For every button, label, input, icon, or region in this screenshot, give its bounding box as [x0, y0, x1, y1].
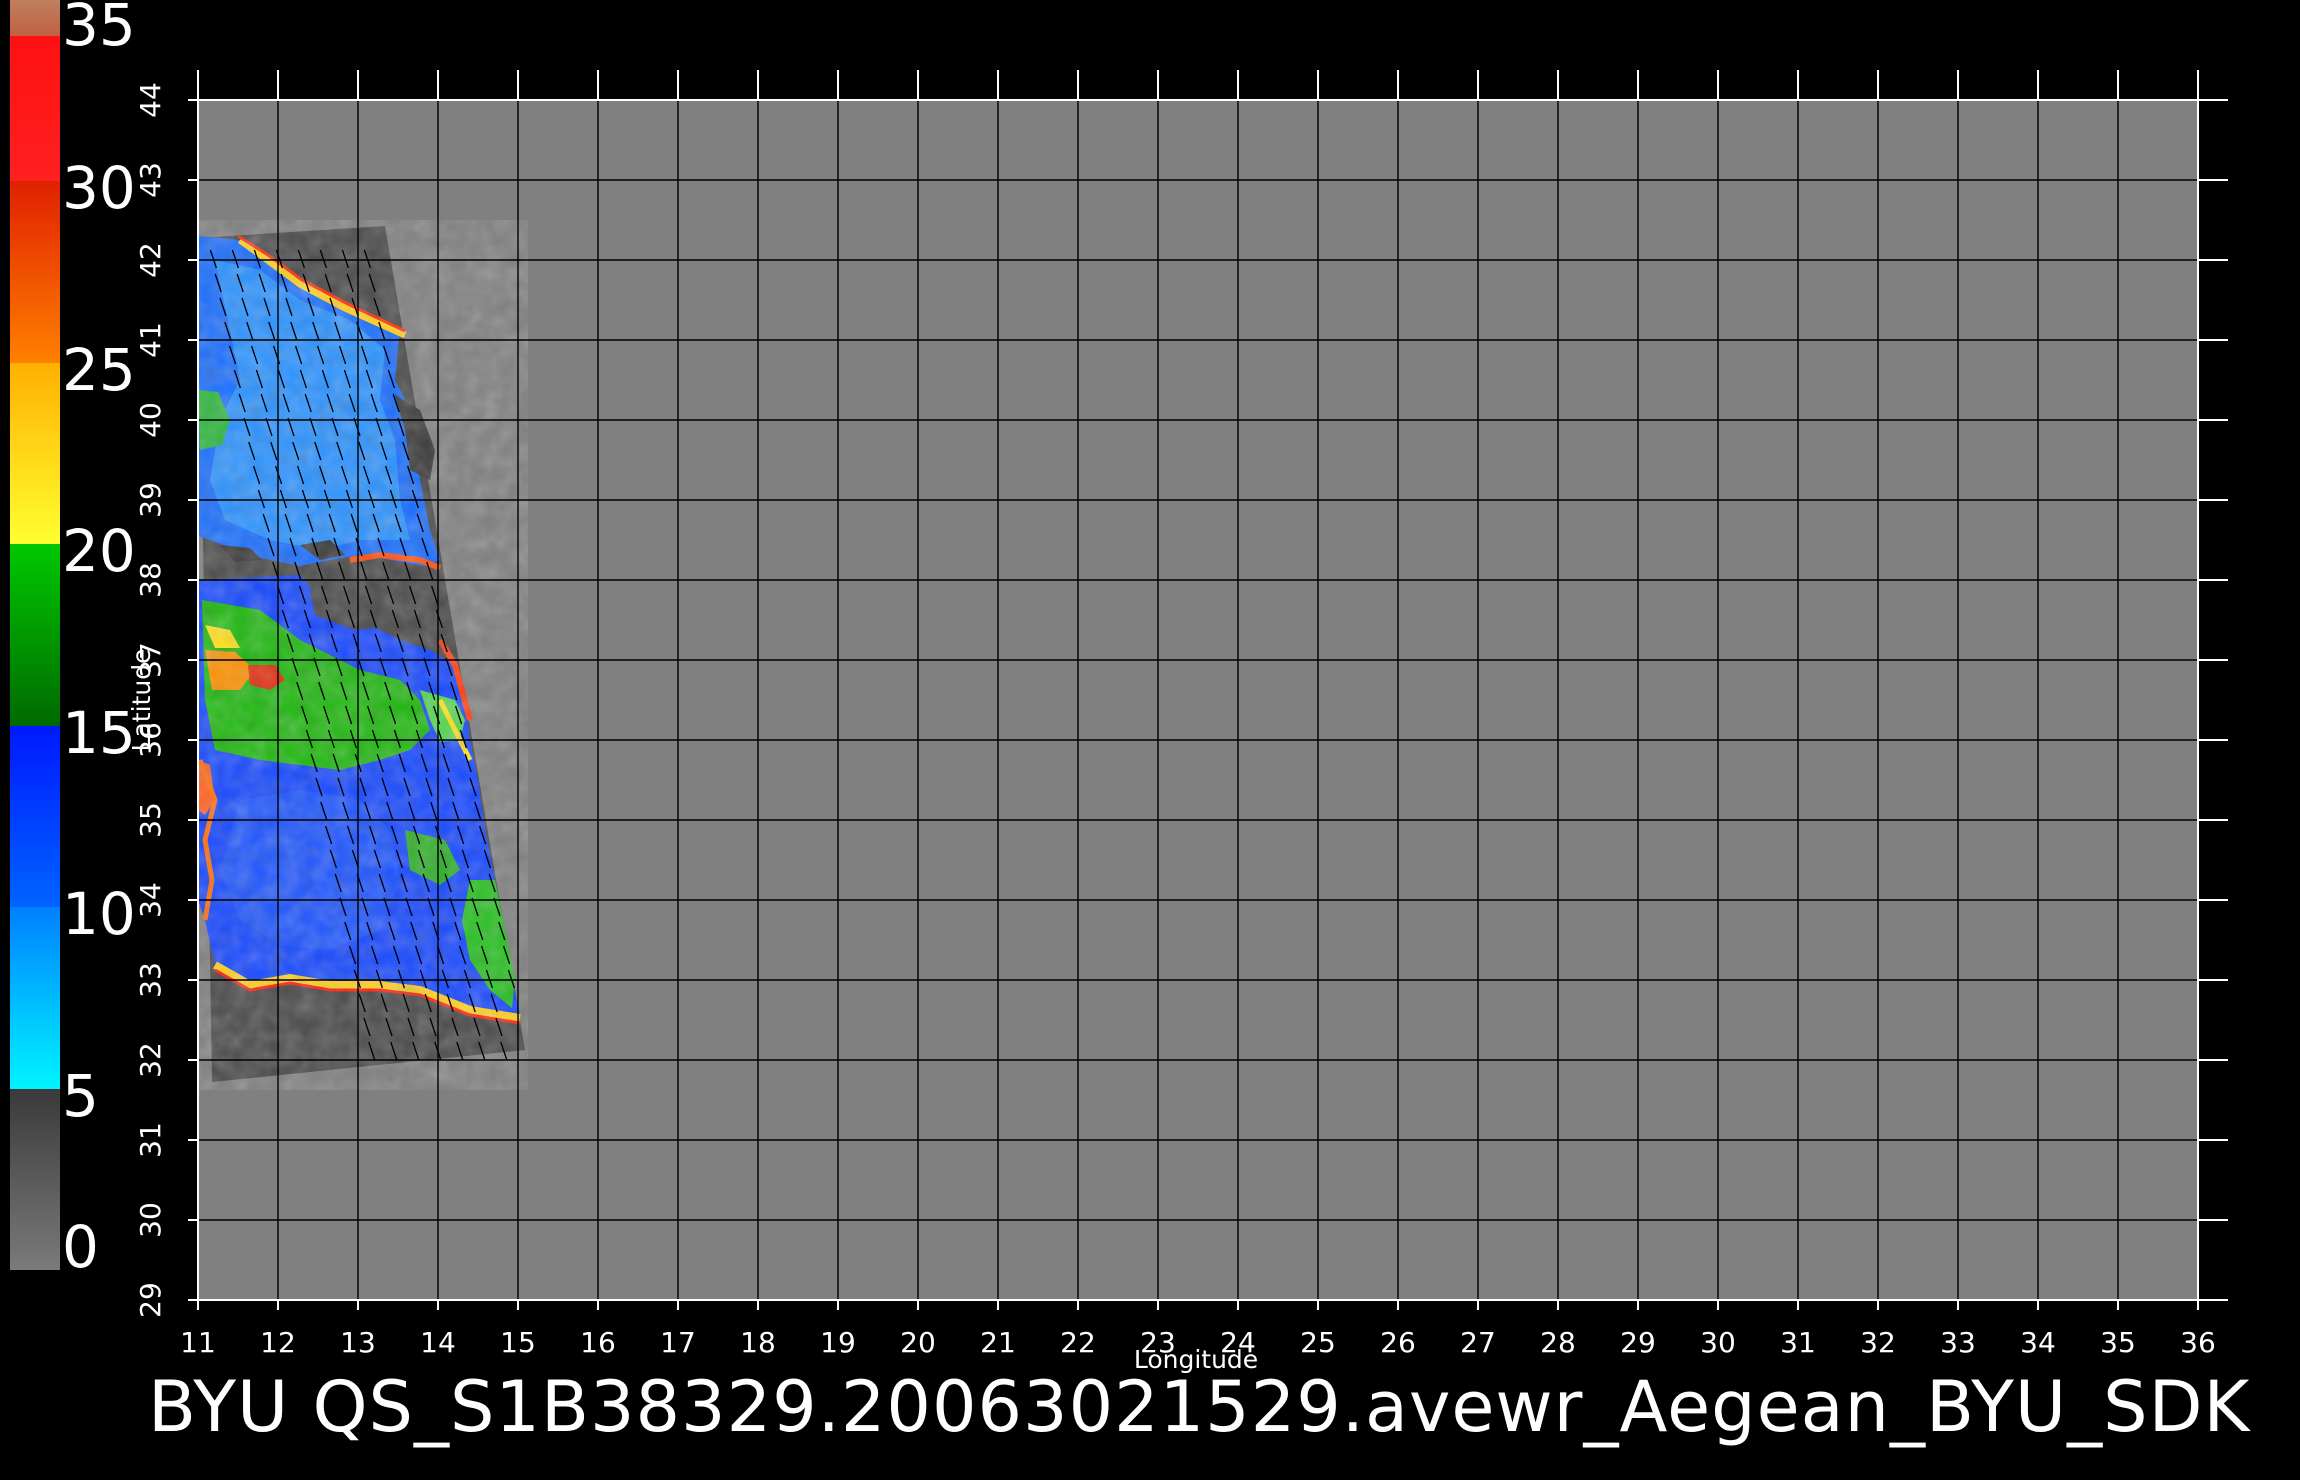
lon-tick-label: 34	[2020, 1326, 2056, 1359]
lon-tick-label: 32	[1860, 1326, 1896, 1359]
image-caption: BYU QS_S1B38329.20063021529.avewr_Aegean…	[148, 1366, 2251, 1448]
colorbar-segment	[10, 0, 60, 37]
colorbar-segment	[10, 362, 60, 545]
lon-tick-label: 12	[260, 1326, 296, 1359]
lon-tick-label: 14	[420, 1326, 456, 1359]
lat-tick-label: 31	[134, 1122, 167, 1158]
lat-tick-label: 43	[134, 162, 167, 198]
lat-tick-label: 41	[134, 322, 167, 358]
lon-tick-label: 22	[1060, 1326, 1096, 1359]
lon-tick-label: 25	[1300, 1326, 1336, 1359]
lon-tick-label: 15	[500, 1326, 536, 1359]
colorbar-label: 10	[62, 880, 136, 949]
lat-tick-label: 42	[134, 242, 167, 278]
lat-tick-label: 34	[134, 882, 167, 918]
colorbar-label: 20	[62, 517, 136, 586]
lat-tick-label: 35	[134, 802, 167, 838]
colorbar-label: 15	[62, 698, 136, 767]
colorbar-segment	[10, 1088, 60, 1270]
colorbar-segment	[10, 907, 60, 1089]
lon-tick-label: 11	[180, 1326, 216, 1359]
lon-tick-label: 21	[980, 1326, 1016, 1359]
lon-tick-label: 13	[340, 1326, 376, 1359]
lat-tick-label: 39	[134, 482, 167, 518]
lon-tick-label: 16	[580, 1326, 616, 1359]
lat-tick-label: 30	[134, 1202, 167, 1238]
lon-tick-label: 35	[2100, 1326, 2136, 1359]
colorbar-segment	[10, 36, 60, 182]
lon-tick-label: 19	[820, 1326, 856, 1359]
lat-tick-label: 38	[134, 562, 167, 598]
lat-tick-label: 40	[134, 402, 167, 438]
colorbar-segment	[10, 544, 60, 726]
lon-tick-label: 30	[1700, 1326, 1736, 1359]
lat-tick-label: 29	[134, 1282, 167, 1318]
colorbar-label: 5	[62, 1061, 99, 1130]
lon-tick-label: 26	[1380, 1326, 1416, 1359]
lon-tick-label: 28	[1540, 1326, 1576, 1359]
lon-tick-label: 31	[1780, 1326, 1816, 1359]
lon-tick-label: 17	[660, 1326, 696, 1359]
colorbar-label: 0	[62, 1213, 99, 1281]
lon-tick-label: 18	[740, 1326, 776, 1359]
colorbar-label: 25	[62, 335, 136, 404]
lon-tick-label: 36	[2180, 1326, 2216, 1359]
satellite-swath	[198, 220, 528, 1090]
lon-tick-label: 27	[1460, 1326, 1496, 1359]
colorbar-label: 35	[62, 0, 136, 59]
wind-map-figure: 11 12 13 14 15 16 17 18 19 20 21 22 23 24 25 26 27 28 29 30…	[127, 70, 2228, 1374]
lon-tick-label: 20	[900, 1326, 936, 1359]
lat-tick-label: 33	[134, 962, 167, 998]
colorbar-label: 30	[62, 154, 136, 223]
lon-tick-label: 33	[1940, 1326, 1976, 1359]
lat-tick-label: 32	[134, 1042, 167, 1078]
lon-tick-label: 29	[1620, 1326, 1656, 1359]
lat-tick-label: 44	[134, 82, 167, 118]
wind-speed-colorbar	[10, 0, 60, 1270]
colorbar-segment	[10, 725, 60, 908]
colorbar-segment	[10, 181, 60, 363]
